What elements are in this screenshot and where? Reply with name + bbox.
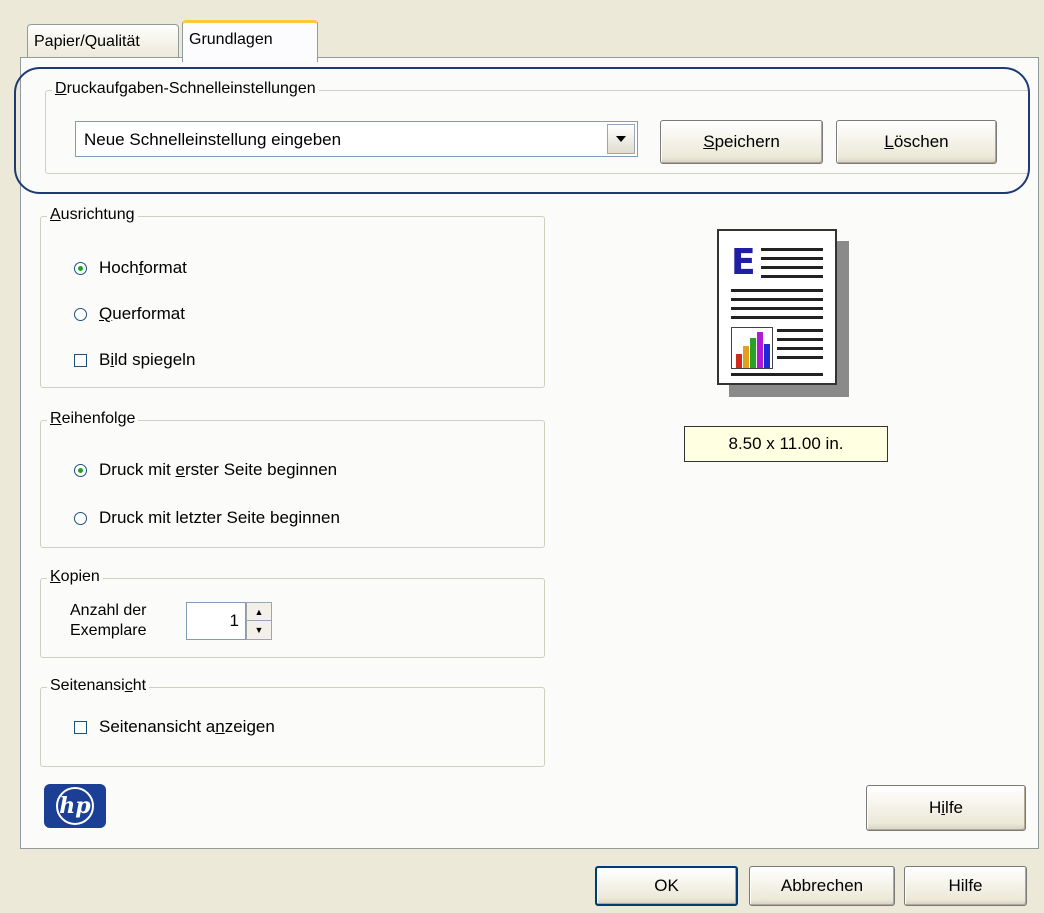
tab-label: Grundlagen bbox=[189, 31, 273, 48]
document-preview-icon: E bbox=[717, 229, 837, 385]
quick-settings-legend: Druckaufgaben-Schnelleinstellungen bbox=[52, 80, 319, 98]
radio-first-page[interactable]: Druck mit erster Seite beginnen bbox=[74, 460, 337, 480]
chevron-down-icon[interactable] bbox=[607, 124, 635, 154]
checkbox-show-preview-label: Seitenansicht anzeigen bbox=[99, 717, 275, 736]
radio-indicator[interactable] bbox=[74, 463, 87, 477]
radio-first-page-label: Druck mit erster Seite beginnen bbox=[99, 460, 338, 479]
help-button[interactable]: Hi lfe bbox=[866, 785, 1026, 831]
radio-landscape-label: Querformat bbox=[99, 304, 185, 323]
quick-settings-combo[interactable]: Neue Schnelleinstellung eingeben bbox=[75, 121, 638, 157]
copies-label: Anzahl der Exemplare bbox=[70, 602, 147, 639]
cancel-button[interactable]: Abbrechen bbox=[749, 866, 895, 906]
footer-help-button[interactable]: Hilfe bbox=[904, 866, 1027, 906]
radio-last-page-label: Druck mit letzter Seite beginnen bbox=[99, 508, 340, 527]
spin-up-down-icon[interactable]: ▲ ▼ bbox=[246, 602, 272, 640]
hp-logo: hp bbox=[44, 784, 106, 828]
ok-button[interactable]: OK bbox=[595, 866, 738, 906]
copies-input[interactable]: 1 bbox=[186, 602, 246, 640]
radio-indicator[interactable] bbox=[74, 511, 87, 525]
save-button[interactable]: Speichern bbox=[660, 120, 823, 164]
checkbox-indicator[interactable] bbox=[74, 720, 87, 734]
orientation-legend: Ausrichtung bbox=[47, 206, 138, 224]
radio-portrait-label: Hochformat bbox=[99, 258, 187, 277]
page-size-label: 8.50 x 11.00 in. bbox=[684, 426, 888, 462]
tab-basics[interactable]: Grundlagen bbox=[182, 20, 318, 62]
copies-value: 1 bbox=[229, 611, 239, 630]
radio-landscape[interactable]: Querformat bbox=[74, 304, 185, 324]
chart-icon bbox=[731, 327, 773, 369]
tab-paper-quality[interactable]: Papier/Qualität bbox=[27, 24, 179, 58]
checkbox-show-preview[interactable]: Seitenansicht anzeigen bbox=[74, 717, 275, 737]
order-group: Reihenfolge bbox=[40, 410, 545, 548]
radio-portrait[interactable]: Hochformat bbox=[74, 258, 187, 278]
checkbox-indicator[interactable] bbox=[74, 353, 87, 367]
checkbox-mirror-label: Bild spiegeln bbox=[99, 350, 196, 369]
order-legend: Reihenfolge bbox=[47, 410, 139, 428]
page-preview-legend: Seitenansicht bbox=[47, 677, 150, 695]
radio-indicator[interactable] bbox=[74, 261, 87, 275]
combo-value: Neue Schnelleinstellung eingeben bbox=[84, 130, 342, 149]
spin-up-icon[interactable]: ▲ bbox=[247, 603, 271, 621]
radio-last-page[interactable]: Druck mit letzter Seite beginnen bbox=[74, 508, 340, 528]
spin-down-icon[interactable]: ▼ bbox=[247, 621, 271, 639]
delete-button[interactable]: Löschen bbox=[836, 120, 997, 164]
radio-indicator[interactable] bbox=[74, 307, 87, 321]
tab-label: Papier/Qualität bbox=[34, 33, 140, 50]
checkbox-mirror[interactable]: Bild spiegeln bbox=[74, 350, 195, 370]
copies-legend: Kopien bbox=[47, 568, 103, 586]
